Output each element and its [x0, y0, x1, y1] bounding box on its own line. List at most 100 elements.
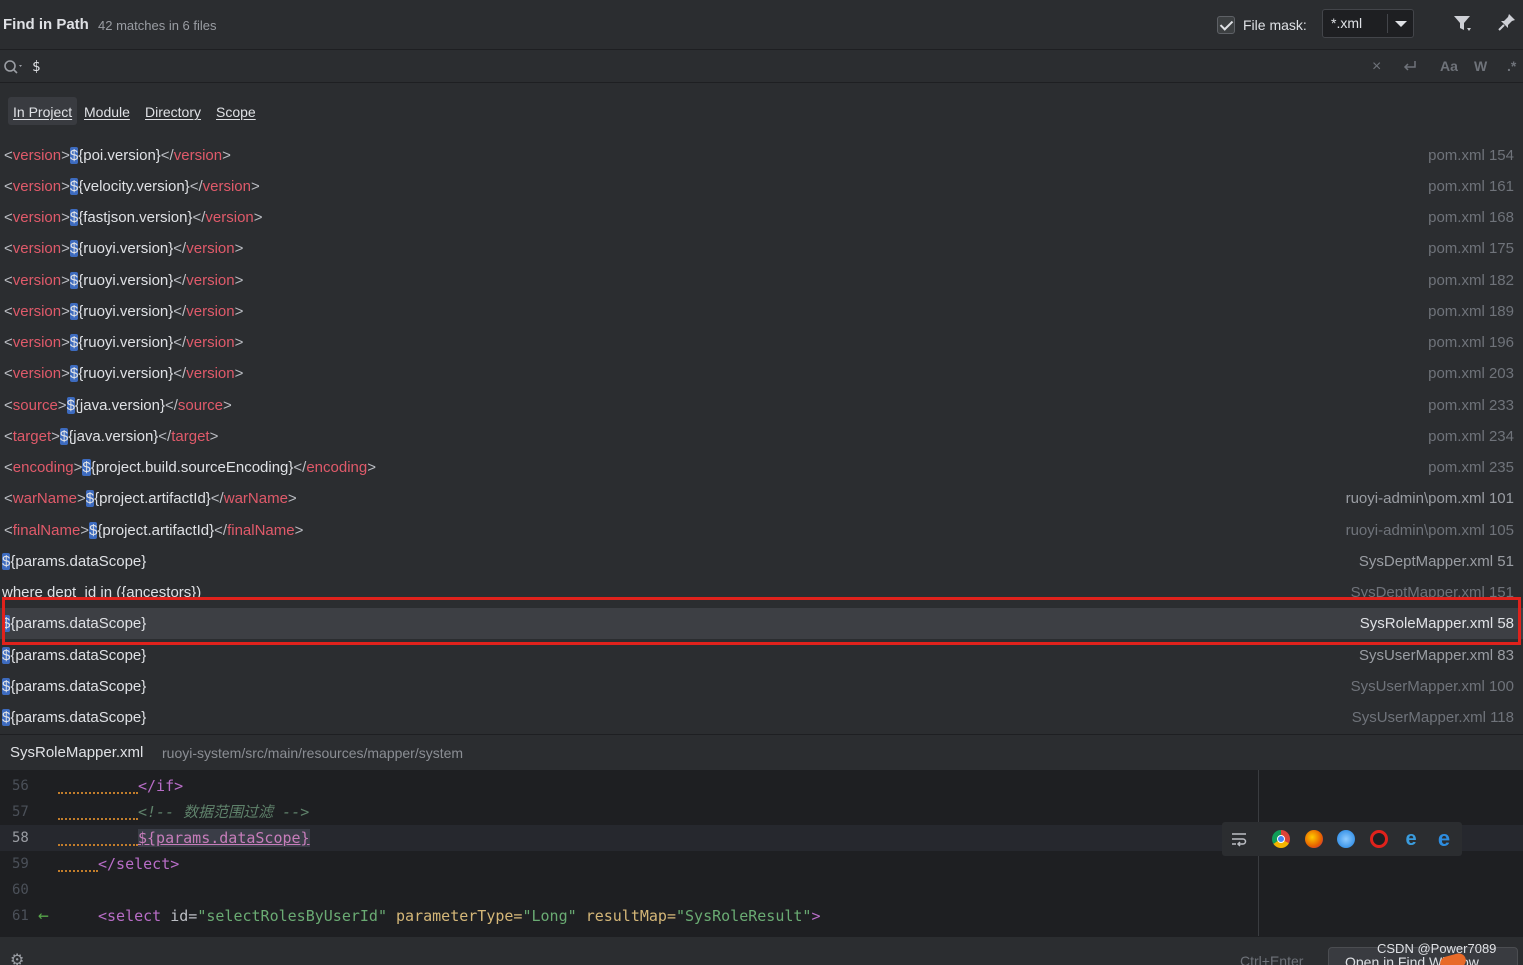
- shortcut-hint: Ctrl+Enter: [1240, 953, 1304, 965]
- table-row[interactable]: ${params.dataScope} SysUserMapper.xml 10…: [0, 671, 1523, 702]
- tab-in-project[interactable]: In Project: [8, 97, 78, 125]
- preview-file-name: SysRoleMapper.xml: [10, 744, 144, 761]
- code-text: <select id="selectRolesByUserId" paramet…: [98, 907, 821, 925]
- file-location: SysDeptMapper.xml 151: [1350, 584, 1514, 601]
- line-number: 60: [12, 882, 29, 898]
- table-row[interactable]: <finalName>${project.artifactId}</finalN…: [0, 515, 1523, 546]
- chrome-icon[interactable]: [1272, 830, 1290, 848]
- preview-header: SysRoleMapper.xml ruoyi-system/src/main/…: [0, 734, 1523, 770]
- line-number: 59: [12, 856, 29, 872]
- table-row[interactable]: <version>${ruoyi.version}</version> pom.…: [0, 327, 1523, 358]
- file-location: ruoyi-admin\pom.xml 105: [1345, 522, 1514, 539]
- code-line: 61 ← <select id="selectRolesByUserId" pa…: [0, 903, 1523, 929]
- watermark: CSDN @Power7089: [1377, 941, 1497, 956]
- tab-scope[interactable]: Scope: [211, 97, 261, 125]
- opera-icon[interactable]: [1370, 830, 1388, 848]
- scope-tabs: In Project Module Directory Scope: [0, 84, 1523, 130]
- file-mask-label: File mask:: [1243, 17, 1307, 33]
- internet-explorer-icon[interactable]: e: [1402, 829, 1420, 849]
- whole-words-toggle[interactable]: W: [1474, 58, 1487, 74]
- table-row[interactable]: <version>${poi.version}</version> pom.xm…: [0, 140, 1523, 171]
- file-location: SysRoleMapper.xml 58: [1359, 615, 1514, 632]
- file-location: pom.xml 234: [1428, 428, 1514, 445]
- table-row[interactable]: ${params.dataScope} SysDeptMapper.xml 51: [0, 546, 1523, 577]
- edge-icon[interactable]: e: [1435, 828, 1453, 850]
- match-text: <version>${fastjson.version}</version>: [4, 209, 263, 226]
- table-row[interactable]: <version>${velocity.version}</version> p…: [0, 171, 1523, 202]
- file-mask-value: *.xml: [1331, 15, 1363, 31]
- file-location: pom.xml 196: [1428, 334, 1514, 351]
- table-row[interactable]: ${params.dataScope} SysUserMapper.xml 83: [0, 640, 1523, 671]
- chevron-down-icon: [1395, 21, 1407, 27]
- file-location: SysUserMapper.xml 83: [1358, 647, 1514, 664]
- table-row[interactable]: <version>${ruoyi.version}</version> pom.…: [0, 296, 1523, 327]
- match-count: 42 matches in 6 files: [98, 18, 217, 33]
- match-text: <version>${ruoyi.version}</version>: [4, 365, 244, 382]
- table-row[interactable]: <source>${java.version}</source> pom.xml…: [0, 390, 1523, 421]
- match-text: ${params.dataScope}: [2, 553, 147, 570]
- table-row[interactable]: <version>${ruoyi.version}</version> pom.…: [0, 265, 1523, 296]
- pin-icon[interactable]: [1495, 12, 1519, 36]
- filter-icon[interactable]: [1450, 12, 1474, 36]
- clear-icon[interactable]: ×: [1372, 58, 1381, 76]
- file-location: pom.xml 182: [1428, 272, 1514, 289]
- line-number: 57: [12, 804, 29, 820]
- table-row[interactable]: <version>${fastjson.version}</version> p…: [0, 202, 1523, 233]
- code-text: ${params.dataScope}: [58, 825, 310, 851]
- results-list: <version>${poi.version}</version> pom.xm…: [0, 130, 1523, 734]
- find-header: Find in Path 42 matches in 6 files File …: [0, 0, 1523, 50]
- match-text: ${params.dataScope}: [2, 647, 147, 664]
- code-text: </if>: [58, 773, 183, 799]
- code-line: 60: [0, 877, 1523, 903]
- table-row[interactable]: <warName>${project.artifactId}</warName>…: [0, 483, 1523, 514]
- match-text: where dept_id in ({ancestors}): [2, 584, 202, 601]
- file-location: pom.xml 168: [1428, 209, 1514, 226]
- match-case-toggle[interactable]: Aa: [1440, 58, 1458, 74]
- gear-icon[interactable]: ⚙: [10, 950, 24, 965]
- table-row[interactable]: <encoding>${project.build.sourceEncoding…: [0, 452, 1523, 483]
- safari-icon[interactable]: [1337, 830, 1355, 848]
- match-text: <source>${java.version}</source>: [4, 397, 232, 414]
- match-text: <encoding>${project.build.sourceEncoding…: [4, 459, 376, 476]
- table-row[interactable]: <target>${java.version}</target> pom.xml…: [0, 421, 1523, 452]
- match-text: <version>${ruoyi.version}</version>: [4, 334, 244, 351]
- search-icon[interactable]: [3, 59, 25, 75]
- match-text: <target>${java.version}</target>: [4, 428, 219, 445]
- table-row[interactable]: <version>${ruoyi.version}</version> pom.…: [0, 233, 1523, 264]
- file-location: pom.xml 235: [1428, 459, 1514, 476]
- file-location: pom.xml 233: [1428, 397, 1514, 414]
- file-location: ruoyi-admin\pom.xml 101: [1345, 490, 1514, 507]
- table-row[interactable]: <version>${ruoyi.version}</version> pom.…: [0, 358, 1523, 389]
- file-location: SysUserMapper.xml 100: [1350, 678, 1514, 695]
- browser-toolbar: e e: [1222, 822, 1462, 856]
- match-text: <version>${velocity.version}</version>: [4, 178, 260, 195]
- table-row-selected[interactable]: ${params.dataScope} SysRoleMapper.xml 58: [0, 608, 1523, 639]
- footer: ⚙ Ctrl+Enter Open in Find Window: [0, 936, 1523, 965]
- code-text: <!-- 数据范围过滤 -->: [58, 799, 309, 825]
- line-number: 61: [12, 908, 29, 924]
- firefox-icon[interactable]: [1305, 830, 1323, 848]
- match-text: <version>${poi.version}</version>: [4, 147, 231, 164]
- file-location: SysDeptMapper.xml 51: [1358, 553, 1514, 570]
- match-text: <warName>${project.artifactId}</warName>: [4, 490, 297, 507]
- file-location: SysUserMapper.xml 118: [1351, 709, 1514, 726]
- arrow-left-icon[interactable]: ←: [38, 903, 49, 929]
- match-text: <version>${ruoyi.version}</version>: [4, 303, 244, 320]
- newline-icon[interactable]: [1402, 58, 1418, 77]
- file-mask-checkbox[interactable]: [1217, 16, 1235, 34]
- tab-directory[interactable]: Directory: [140, 97, 206, 125]
- table-row[interactable]: ${params.dataScope} SysUserMapper.xml 11…: [0, 702, 1523, 733]
- table-row[interactable]: where dept_id in ({ancestors}) SysDeptMa…: [0, 577, 1523, 608]
- file-location: pom.xml 154: [1428, 147, 1514, 164]
- file-mask-select[interactable]: *.xml: [1322, 9, 1414, 38]
- soft-wrap-icon[interactable]: [1230, 830, 1248, 848]
- tab-module[interactable]: Module: [79, 97, 135, 125]
- match-text: ${params.dataScope}: [2, 678, 147, 695]
- regex-toggle[interactable]: .*: [1507, 58, 1516, 74]
- match-text: ${params.dataScope}: [2, 615, 147, 632]
- match-text: <version>${ruoyi.version}</version>: [4, 272, 244, 289]
- file-location: pom.xml 161: [1428, 178, 1514, 195]
- search-input[interactable]: [32, 56, 1332, 78]
- file-location: pom.xml 189: [1428, 303, 1514, 320]
- line-number: 56: [12, 778, 29, 794]
